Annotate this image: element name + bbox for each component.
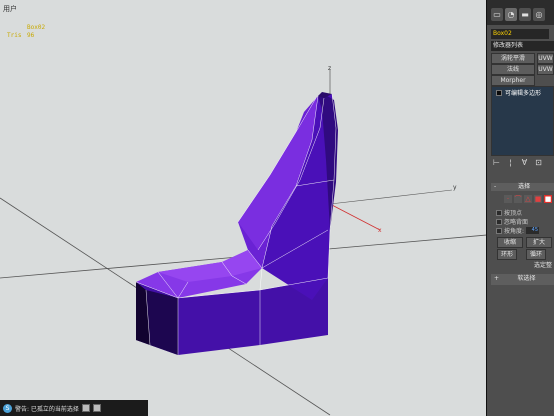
rollout-collapse-icon: -	[494, 183, 497, 190]
viewport[interactable]: z y x 用户 Box02 Tris 96 S 警告: 已孤立的当前选择	[0, 0, 487, 416]
skype-icon[interactable]: S	[3, 403, 12, 413]
by-vertex-checkbox[interactable]: 按顶点	[496, 208, 522, 217]
stats-object-name: Box02	[27, 24, 46, 31]
checkbox-label: 按顶点	[504, 210, 523, 217]
soft-selection-rollout[interactable]: + 软选择	[491, 274, 554, 285]
turbosmooth-button[interactable]: 涡轮平滑	[491, 53, 535, 64]
status-bar: S 警告: 已孤立的当前选择	[0, 400, 148, 416]
stats-tris-label: Tris	[7, 32, 22, 39]
scene-stats: Box02 Tris 96	[7, 24, 45, 40]
modify-tab-icon[interactable]: ◔	[505, 8, 517, 21]
status-button[interactable]	[92, 404, 101, 412]
angle-spinner[interactable]: 45	[526, 227, 540, 234]
axis-y-label: y	[453, 184, 457, 191]
show-end-result-icon[interactable]: ¦	[506, 158, 515, 167]
axis-x-label: x	[378, 227, 382, 234]
border-icon[interactable]: △	[524, 195, 532, 203]
axis-z-label: z	[328, 65, 331, 72]
make-unique-icon[interactable]: ∀	[520, 158, 529, 167]
edge-icon[interactable]: ⌒	[514, 195, 522, 203]
shrink-button[interactable]: 收缩	[497, 237, 523, 248]
subobject-icons: · ⌒ △ ■ ■	[504, 195, 552, 203]
status-warning-text: 警告: 已孤立的当前选择	[15, 405, 79, 413]
uvw-map-button[interactable]: UVW	[537, 53, 554, 64]
rollout-title: 选择	[518, 183, 531, 190]
modifier-list-dropdown[interactable]: 修改器列表	[491, 41, 554, 51]
rollout-title: 软选择	[517, 275, 536, 282]
command-panel-tabs: ▭ ◔ ▬ ◎	[487, 0, 554, 25]
hierarchy-tab-icon[interactable]: ▬	[519, 8, 531, 21]
selection-rollout-header[interactable]: - 选择	[491, 183, 554, 191]
checkbox-box[interactable]	[496, 227, 502, 234]
uvw-unwrap-button[interactable]: UVW	[537, 64, 554, 75]
motion-tab-icon[interactable]: ◎	[533, 8, 545, 21]
element-icon[interactable]: ■	[544, 195, 552, 203]
checkbox-label: 按角度:	[504, 228, 525, 235]
checkbox-box[interactable]	[496, 218, 502, 225]
pin-stack-icon[interactable]: ⊢	[492, 158, 501, 167]
by-angle-checkbox[interactable]: 按角度: 45	[496, 226, 540, 235]
object-name-field[interactable]: Box02	[491, 29, 549, 39]
ignore-backfacing-checkbox[interactable]: 忽略背面	[496, 217, 528, 226]
viewport-label[interactable]: 用户	[3, 4, 17, 14]
polygon-icon[interactable]: ■	[534, 195, 542, 203]
axis-y-line	[329, 189, 453, 205]
viewport-scene[interactable]: z y x	[0, 0, 487, 416]
stack-item-label: 可编辑多边形	[505, 90, 542, 97]
stats-tris-value: 96	[27, 32, 35, 39]
morpher-button[interactable]: Morpher	[491, 75, 535, 86]
stack-item[interactable]: 可编辑多边形	[494, 89, 551, 98]
create-tab-icon[interactable]: ▭	[491, 8, 503, 21]
preview-selection-label: 选定整	[497, 261, 552, 272]
stack-tools: ⊢ ¦ ∀ ⊡	[492, 158, 543, 167]
seat-mesh[interactable]	[135, 92, 338, 355]
checkbox-box[interactable]	[496, 209, 502, 216]
configure-sets-icon[interactable]: ⊡	[534, 158, 543, 167]
normal-button[interactable]: 法线	[491, 64, 535, 75]
axis-x-line	[329, 203, 381, 231]
modifier-stack[interactable]: 可编辑多边形	[491, 86, 554, 156]
status-button[interactable]	[81, 404, 90, 412]
checkbox-label: 忽略背面	[504, 219, 529, 226]
grow-button[interactable]: 扩大	[526, 237, 552, 248]
vertex-icon[interactable]: ·	[504, 195, 512, 203]
mesh-face	[146, 290, 178, 355]
stack-item-toggle[interactable]	[496, 90, 502, 96]
loop-button[interactable]: 循环	[526, 249, 546, 260]
ring-button[interactable]: 环形	[497, 249, 517, 260]
rollout-expand-icon: +	[494, 275, 500, 282]
